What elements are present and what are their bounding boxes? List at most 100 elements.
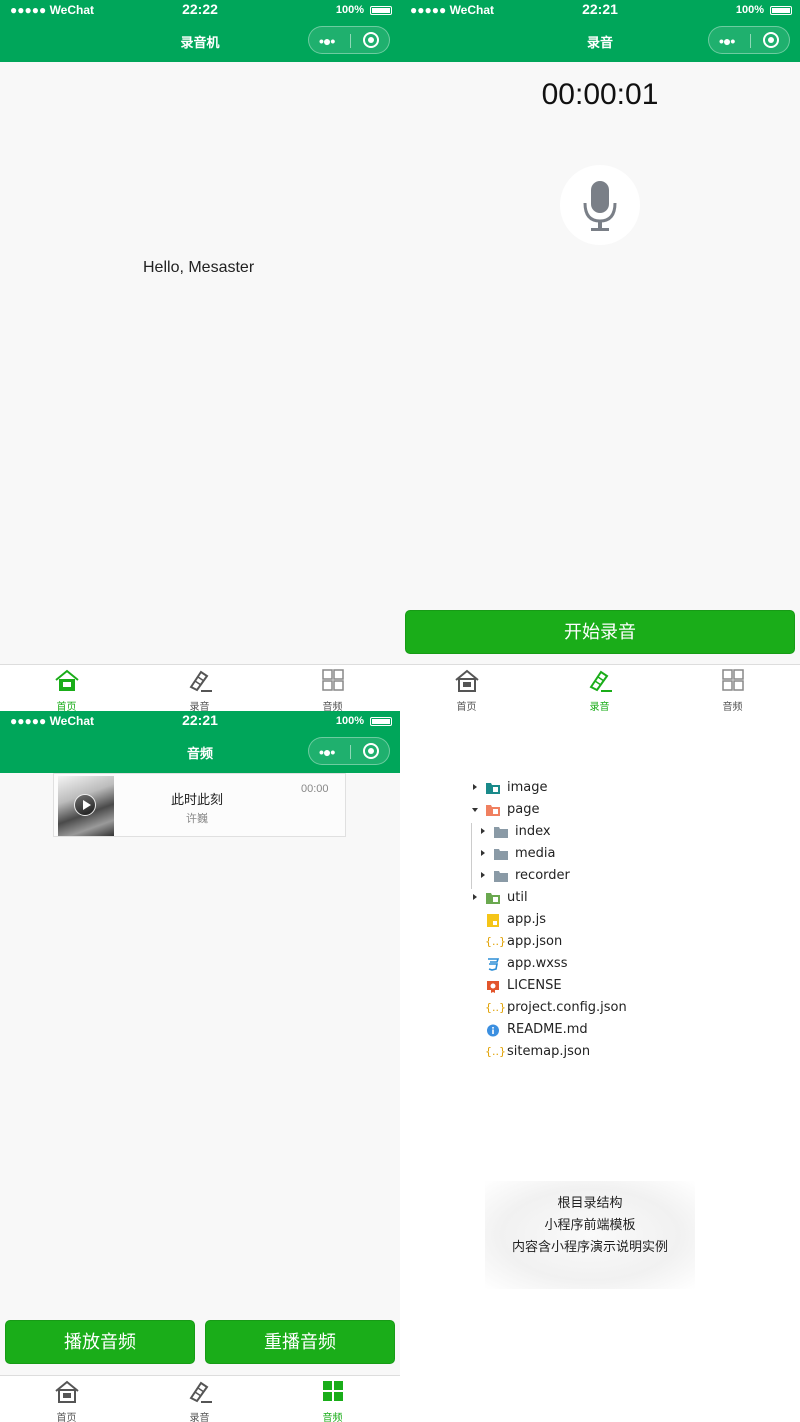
song-name: 此时此刻 — [170, 792, 223, 807]
folder-icon — [494, 871, 508, 882]
recorder-screen: ●●●●● WeChat 22:21 100% 录音 •●• 00:00:01 … — [400, 0, 800, 711]
tab-recorder-label: 录音 — [589, 702, 610, 711]
expand-arrow-icon[interactable] — [481, 872, 485, 878]
tree-item-name: sitemap.json — [507, 1044, 591, 1059]
util-folder-icon — [486, 893, 500, 904]
tab-recorder[interactable]: 录音 — [133, 665, 266, 711]
battery-percent: 100% — [335, 4, 364, 16]
recorder-icon — [589, 670, 612, 692]
home-icon — [55, 669, 79, 691]
collapse-arrow-icon[interactable] — [472, 808, 478, 812]
caption-line-2: 小程序前端模板 — [544, 1217, 636, 1232]
expand-arrow-icon[interactable] — [481, 828, 485, 834]
status-bar: ●●●●● WeChat 22:21 100% — [0, 711, 400, 733]
image-folder-icon — [486, 783, 500, 794]
js-file-icon — [487, 914, 499, 927]
battery-percent: 100% — [335, 715, 364, 727]
tab-audio[interactable]: 音频 — [266, 665, 399, 711]
replay-audio-button[interactable]: 重播音频 — [205, 1320, 395, 1364]
status-bar: ●●●●● WeChat 22:21 100% — [400, 0, 800, 22]
tree-item-name: app.json — [507, 934, 563, 949]
grid-icon — [323, 1381, 343, 1401]
capsule-menu[interactable]: •●• — [708, 26, 790, 54]
tab-home-label: 首页 — [56, 702, 77, 711]
recorder-icon — [189, 670, 212, 692]
tree-item-name: util — [507, 890, 528, 905]
battery-percent: 100% — [735, 4, 764, 16]
tab-home[interactable]: 首页 — [0, 665, 133, 711]
tab-bar: 首页 录音 音频 — [400, 664, 800, 711]
tab-home[interactable]: 首页 — [0, 1376, 133, 1422]
play-triangle — [83, 800, 91, 810]
close-target-icon[interactable] — [363, 32, 379, 48]
license-file-icon — [487, 981, 499, 993]
capsule-divider — [350, 745, 351, 759]
tab-audio-label: 音频 — [322, 702, 343, 711]
tab-bar: 首页 录音 音频 — [0, 664, 400, 711]
close-target-icon[interactable] — [363, 743, 379, 759]
microphone-button[interactable] — [560, 165, 640, 245]
tab-home-label: 首页 — [456, 702, 477, 711]
tab-recorder-label: 录音 — [189, 702, 210, 711]
tab-recorder-label: 录音 — [189, 1413, 210, 1422]
tree-item-name: LICENSE — [507, 978, 562, 993]
tree-item-name: README.md — [507, 1022, 588, 1037]
folder-icon — [494, 827, 508, 838]
audio-screen: ●●●●● WeChat 22:21 100% 音频 •●• 此时此刻 许巍 0… — [0, 711, 400, 1422]
tab-audio-label: 音频 — [322, 1413, 343, 1422]
json-file-icon: {..} — [485, 935, 506, 948]
page-folder-icon — [486, 805, 500, 816]
song-author: 许巍 — [186, 813, 208, 825]
structure-caption: 根目录结构 小程序前端模板 内容含小程序演示说明实例 — [485, 1181, 695, 1289]
record-timer: 00:00:01 — [541, 78, 659, 111]
navigation-bar: ●●●●● WeChat 22:22 100% 录音机 •●• — [0, 0, 400, 62]
tab-audio-label: 音频 — [722, 702, 743, 711]
greeting-text: Hello, Mesaster — [143, 259, 255, 276]
battery-icon — [370, 6, 392, 15]
capsule-menu[interactable]: •●• — [308, 737, 390, 765]
more-dots-icon[interactable]: •●• — [719, 33, 735, 49]
recorder-icon — [189, 1381, 212, 1403]
capsule-menu[interactable]: •●• — [308, 26, 390, 54]
home-screen: ●●●●● WeChat 22:22 100% 录音机 •●• Hello, M… — [0, 0, 400, 711]
tab-audio[interactable]: 音频 — [666, 665, 799, 711]
navigation-bar: ●●●●● WeChat 22:21 100% 录音 •●• — [400, 0, 800, 62]
tree-item-name: app.wxss — [507, 956, 568, 971]
close-target-icon[interactable] — [763, 32, 779, 48]
play-circle-icon[interactable] — [74, 794, 96, 816]
expand-arrow-icon[interactable] — [473, 894, 477, 900]
battery-icon — [770, 6, 792, 15]
capsule-divider — [350, 34, 351, 48]
tree-item-name: app.js — [507, 912, 546, 927]
tab-recorder[interactable]: 录音 — [133, 1376, 266, 1422]
json-file-icon: {..} — [485, 1001, 506, 1014]
expand-arrow-icon[interactable] — [473, 784, 477, 790]
microphone-icon — [583, 181, 617, 231]
tab-home-label: 首页 — [56, 1413, 77, 1422]
grid-icon — [722, 669, 744, 691]
battery-icon — [370, 717, 392, 726]
tree-item-name: image — [507, 780, 548, 795]
audio-player[interactable]: 此时此刻 许巍 00:00 — [53, 773, 346, 837]
home-icon — [455, 669, 479, 692]
status-bar: ●●●●● WeChat 22:22 100% — [0, 0, 400, 22]
tab-audio[interactable]: 音频 — [266, 1376, 399, 1422]
tree-item-name: media — [515, 846, 556, 861]
tab-recorder[interactable]: 录音 — [533, 665, 666, 711]
more-dots-icon[interactable]: •●• — [319, 744, 335, 760]
tree-item-name: recorder — [515, 868, 570, 883]
expand-arrow-icon[interactable] — [481, 850, 485, 856]
tab-home[interactable]: 首页 — [400, 665, 533, 711]
tab-bar: 首页 录音 音频 — [0, 1375, 400, 1422]
capsule-divider — [750, 34, 751, 48]
caption-line-1: 根目录结构 — [557, 1195, 623, 1210]
tree-item-name: page — [507, 802, 540, 817]
play-audio-button[interactable]: 播放音频 — [5, 1320, 195, 1364]
tree-item-name: project.config.json — [507, 1000, 627, 1015]
album-cover — [58, 776, 114, 836]
css-file-icon — [488, 958, 500, 971]
start-record-button[interactable]: 开始录音 — [405, 610, 795, 654]
more-dots-icon[interactable]: •●• — [319, 33, 335, 49]
folder-icon — [494, 849, 508, 860]
grid-icon — [322, 669, 344, 691]
